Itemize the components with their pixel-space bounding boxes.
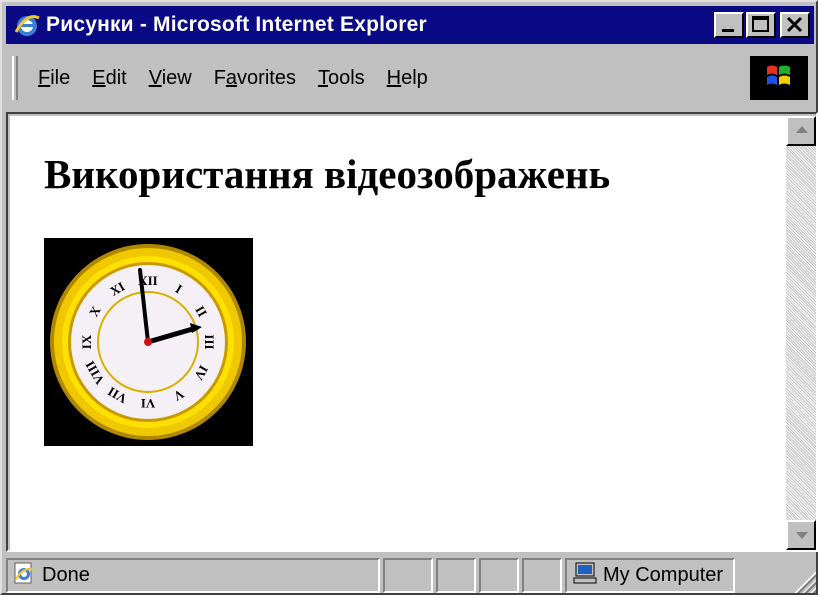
menu-help[interactable]: Help xyxy=(387,67,428,90)
status-panel-privacy xyxy=(479,558,519,593)
arrow-down-icon xyxy=(796,532,808,539)
status-main-panel: Done xyxy=(6,558,380,593)
scroll-down-button[interactable] xyxy=(786,520,816,550)
menu-edit[interactable]: Edit xyxy=(92,67,126,90)
arrow-up-icon xyxy=(796,126,808,133)
toolbar-grip[interactable] xyxy=(12,56,18,100)
menu-bar: File Edit View Favorites Tools Help xyxy=(6,50,814,106)
status-bar: Done My Computer xyxy=(6,558,816,593)
scroll-up-button[interactable] xyxy=(786,116,816,146)
browser-window: Рисунки - Microsoft Internet Explorer Fi… xyxy=(0,0,818,595)
vertical-scrollbar[interactable] xyxy=(786,116,816,550)
menu-tools[interactable]: Tools xyxy=(318,67,365,90)
status-text: Done xyxy=(42,564,90,586)
page-content: Використання відеозображень XII I II III IV V… xyxy=(10,116,786,550)
clock-icon: XII I II III IV V VI VII VIII IX X XI xyxy=(44,244,253,450)
resize-grip[interactable] xyxy=(792,569,816,593)
status-zone-panel[interactable]: My Computer xyxy=(565,558,735,593)
menu-favorites[interactable]: Favorites xyxy=(214,67,296,90)
zone-text: My Computer xyxy=(603,564,724,586)
menu-view[interactable]: View xyxy=(149,67,192,90)
computer-icon xyxy=(573,562,597,589)
page-icon xyxy=(12,561,36,590)
clock-numeral: VI xyxy=(141,396,155,411)
close-button[interactable] xyxy=(780,12,810,38)
windows-logo-icon xyxy=(764,62,794,95)
page-heading: Використання відеозображень xyxy=(44,151,611,197)
window-title: Рисунки - Microsoft Internet Explorer xyxy=(46,13,427,36)
menu-file[interactable]: File xyxy=(38,67,70,90)
clock-numeral: III xyxy=(202,334,217,349)
page-viewport: Використання відеозображень XII I II III IV V… xyxy=(6,112,818,552)
status-panel-progress xyxy=(383,558,433,593)
clock-numeral: IX xyxy=(79,334,94,349)
windows-logo-throbber xyxy=(750,56,808,100)
maximize-button[interactable] xyxy=(746,12,776,38)
title-bar[interactable]: Рисунки - Microsoft Internet Explorer xyxy=(6,6,814,44)
status-panel-offline xyxy=(436,558,476,593)
status-panel-secure xyxy=(522,558,562,593)
clock-image: XII I II III IV V VI VII VIII IX X XI xyxy=(44,238,253,446)
minimize-button[interactable] xyxy=(714,12,744,38)
ie-logo-icon xyxy=(14,12,40,38)
